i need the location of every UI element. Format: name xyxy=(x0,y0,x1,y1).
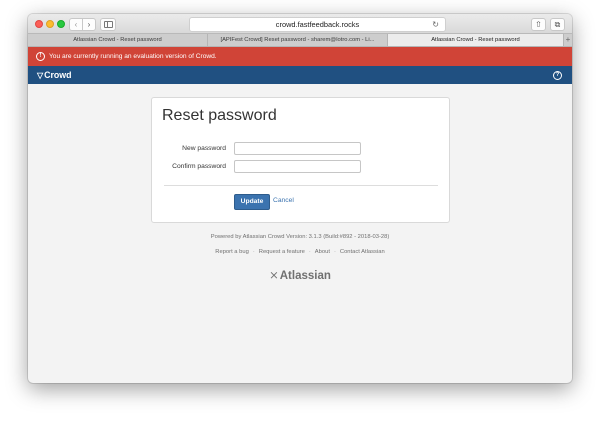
new-password-field[interactable] xyxy=(234,142,361,155)
report-bug-link[interactable]: Report a bug xyxy=(215,249,249,255)
atlassian-logo[interactable]: ⨯Atlassian xyxy=(28,268,572,282)
contact-atlassian-link[interactable]: Contact Atlassian xyxy=(340,249,385,255)
browser-tab-2[interactable]: [APIFest Crowd] Reset password - sharem@… xyxy=(208,34,388,46)
confirm-password-label: Confirm password xyxy=(172,163,226,170)
page-title: Reset password xyxy=(162,107,277,124)
chevron-left-icon: ‹ xyxy=(74,20,78,29)
confirm-password-field[interactable] xyxy=(234,160,361,173)
browser-tab-1[interactable]: Atlassian Crowd - Reset password xyxy=(28,34,208,46)
back-button[interactable]: ‹ xyxy=(69,18,83,31)
title-bar: ‹ › crowd.fastfeedback.rocks ↻ ⇧ ⧉ xyxy=(28,14,572,33)
powered-by-text: Powered by Atlassian Crowd Version: 3.1.… xyxy=(210,234,390,240)
crowd-logo[interactable]: ▽Crowd xyxy=(37,66,72,85)
sidebar-toggle-button[interactable] xyxy=(100,18,116,31)
minimize-window-button[interactable] xyxy=(46,20,54,28)
new-tab-button[interactable]: + xyxy=(564,34,572,46)
crowd-icon: ▽ xyxy=(37,71,44,80)
cancel-link[interactable]: Cancel xyxy=(273,194,294,208)
forward-button[interactable]: › xyxy=(82,18,96,31)
new-password-label: New password xyxy=(182,145,226,152)
info-icon: ! xyxy=(36,52,45,61)
help-icon[interactable]: ? xyxy=(553,71,562,80)
form-divider xyxy=(164,185,438,186)
close-window-button[interactable] xyxy=(35,20,43,28)
atlassian-icon: ⨯ xyxy=(269,270,279,282)
browser-window: ‹ › crowd.fastfeedback.rocks ↻ ⇧ ⧉ Atlas… xyxy=(28,14,572,383)
address-bar[interactable]: crowd.fastfeedback.rocks ↻ xyxy=(189,17,446,32)
atlassian-logo-text: Atlassian xyxy=(279,270,331,282)
address-bar-url: crowd.fastfeedback.rocks xyxy=(275,20,360,29)
share-icon: ⇧ xyxy=(535,20,542,29)
crowd-logo-text: Crowd xyxy=(44,70,72,80)
evaluation-banner-text: You are currently running an evaluation … xyxy=(49,53,217,60)
share-button[interactable]: ⇧ xyxy=(531,18,546,31)
reset-password-panel: Reset password New password Confirm pass… xyxy=(151,97,450,223)
zoom-window-button[interactable] xyxy=(57,20,65,28)
browser-tab-active[interactable]: Atlassian Crowd - Reset password xyxy=(388,34,564,46)
request-feature-link[interactable]: Request a feature xyxy=(259,249,305,255)
evaluation-banner: ! You are currently running an evaluatio… xyxy=(28,47,572,66)
reload-icon[interactable]: ↻ xyxy=(432,18,439,31)
app-header: ▽Crowd ? xyxy=(28,66,572,84)
update-button[interactable]: Update xyxy=(234,194,270,210)
chevron-right-icon: › xyxy=(87,20,91,29)
footer-links: Report a bug · Request a feature · About · Con… xyxy=(215,249,385,255)
show-tabs-button[interactable]: ⧉ xyxy=(550,18,565,31)
about-link[interactable]: About xyxy=(315,249,330,255)
sidebar-icon xyxy=(104,21,113,28)
tab-strip: Atlassian Crowd - Reset password [APIFes… xyxy=(28,33,572,47)
tabs-overview-icon: ⧉ xyxy=(554,20,561,29)
